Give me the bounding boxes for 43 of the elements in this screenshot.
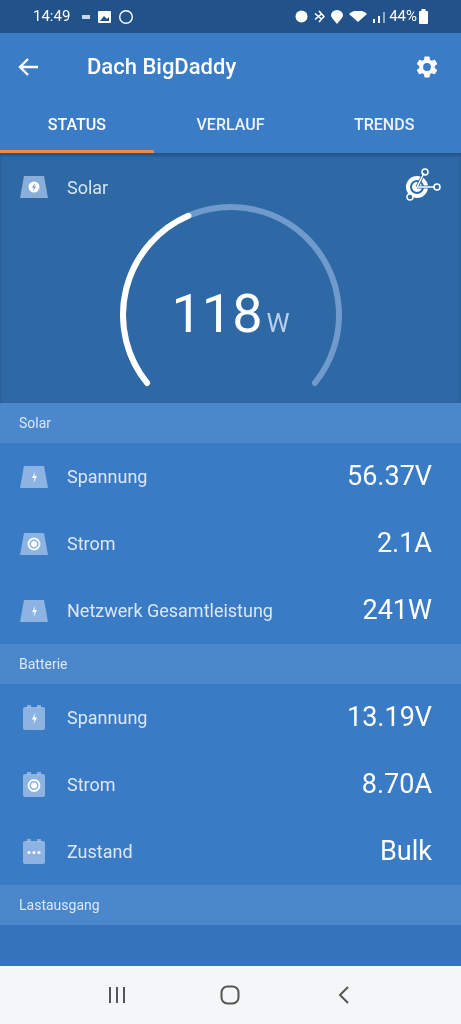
recent-apps-icon [107,986,126,1004]
gauge-value: 118 [171,287,263,341]
image-icon [98,10,112,23]
solar-panel-bolt-icon [19,598,49,623]
measurement-value: 13.19V [347,700,432,736]
measurement-value: 2.1A [376,526,432,562]
back-button[interactable] [18,55,40,78]
measurement-value: 241W [362,593,432,629]
measurement-label: Spannung [67,465,148,489]
tab[interactable]: TRENDS [307,100,461,153]
solar-panel-bolt-icon [19,464,49,489]
gauge-unit: W [266,310,290,336]
battery-bolt-icon [21,704,47,731]
measurement-value: 8.70A [361,767,432,803]
section-title: Batterie [19,654,68,674]
measurement-value: Bulk [380,834,432,870]
bluetooth-icon [314,10,326,23]
battery-dots-icon [21,838,47,865]
back-arrow-icon [18,56,40,77]
circle-icon [119,9,134,24]
small-bar-icon [82,14,91,19]
measurement-label: Netzwerk Gesamtleistung [67,599,273,623]
wifi-icon [349,11,368,22]
signal-icon [373,10,386,23]
home-icon [220,985,241,1005]
section-title: Solar [19,413,52,433]
measurement-label: Strom [67,773,116,797]
section-title: Lastausgang [19,895,100,915]
measurement-label: Strom [67,532,116,556]
solar-panel-target-icon [19,531,49,556]
measurement-label: Spannung [67,706,148,730]
battery-percentage: 44% [389,6,417,28]
measurement-value: 56.37V [347,459,432,495]
location-icon [331,9,344,24]
solar-panel-bolt-icon [19,175,49,199]
tab[interactable]: VERLAUF [153,100,308,153]
chevron-left-icon [338,985,351,1005]
measurement-label: Zustand [67,840,133,864]
screen-title: Dach BigDaddy [87,53,237,81]
gauge-title: Solar [67,175,109,200]
battery-target-icon [21,771,47,798]
clock: 14:49 [33,6,71,28]
battery-icon [419,9,428,24]
